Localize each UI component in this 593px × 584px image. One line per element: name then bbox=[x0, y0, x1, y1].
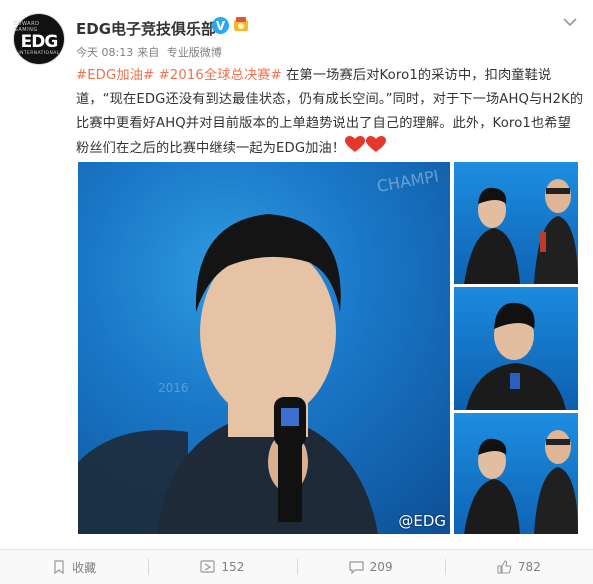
thumbnail-illustration bbox=[464, 430, 578, 534]
thumbnail-illustration bbox=[464, 179, 578, 284]
favorite-label: 收藏 bbox=[72, 560, 97, 575]
main-photo[interactable]: CHAMPI 2016 @EDG bbox=[78, 162, 450, 534]
bookmark-icon bbox=[54, 560, 64, 574]
comment-count: 209 bbox=[369, 560, 393, 574]
hashtag-link[interactable]: #EDG加油# bbox=[76, 68, 154, 83]
like-count: 782 bbox=[517, 560, 541, 574]
heart-icon bbox=[345, 136, 387, 152]
post-text: #EDG加油# #2016全球总决赛# 在第一场赛后对Koro1的采访中，扣肉童… bbox=[76, 64, 584, 161]
thumbnail-photo[interactable] bbox=[454, 162, 578, 284]
avatar-sub-text: INTERNATIONAL bbox=[18, 51, 60, 56]
weibo-post-card: EDWARD GAMING EDG INTERNATIONAL EDG电子竞技俱… bbox=[0, 0, 593, 584]
repost-button[interactable]: 152 bbox=[148, 550, 296, 584]
chevron-down-icon[interactable] bbox=[562, 16, 578, 28]
thumbnail-photo[interactable] bbox=[454, 287, 578, 410]
post-source[interactable]: 专业版微博 bbox=[167, 46, 222, 59]
thumbnail-illustration bbox=[466, 302, 566, 410]
repost-count: 152 bbox=[221, 560, 245, 574]
verified-badge-icon[interactable]: V bbox=[212, 17, 229, 34]
favorite-button[interactable]: 收藏 bbox=[0, 550, 148, 584]
interview-photo-illustration: CHAMPI 2016 bbox=[78, 166, 440, 534]
author-name[interactable]: EDG电子竞技俱乐部 bbox=[76, 18, 216, 39]
from-label: 来自 bbox=[137, 46, 160, 59]
like-button[interactable]: 782 bbox=[444, 550, 593, 584]
svg-text:2016: 2016 bbox=[158, 381, 189, 395]
hashtag-link[interactable]: #2016全球总决赛# bbox=[159, 68, 282, 83]
image-watermark: @EDG bbox=[398, 512, 446, 530]
thumbnail-photo[interactable] bbox=[454, 413, 578, 534]
avatar[interactable]: EDWARD GAMING EDG INTERNATIONAL bbox=[14, 14, 64, 64]
action-bar: 收藏 152 209 782 bbox=[0, 549, 593, 584]
comment-button[interactable]: 209 bbox=[296, 550, 445, 584]
post-meta: 今天 08:13 来自 专业版微博 bbox=[76, 44, 226, 60]
comment-icon bbox=[349, 561, 364, 574]
post-time[interactable]: 今天 08:13 bbox=[76, 46, 133, 59]
thumbs-up-icon bbox=[497, 560, 512, 574]
avatar-logo: EDG bbox=[20, 32, 59, 52]
svg-text:CHAMPI: CHAMPI bbox=[375, 166, 440, 196]
repost-icon bbox=[200, 560, 216, 573]
medal-icon[interactable] bbox=[232, 16, 250, 34]
